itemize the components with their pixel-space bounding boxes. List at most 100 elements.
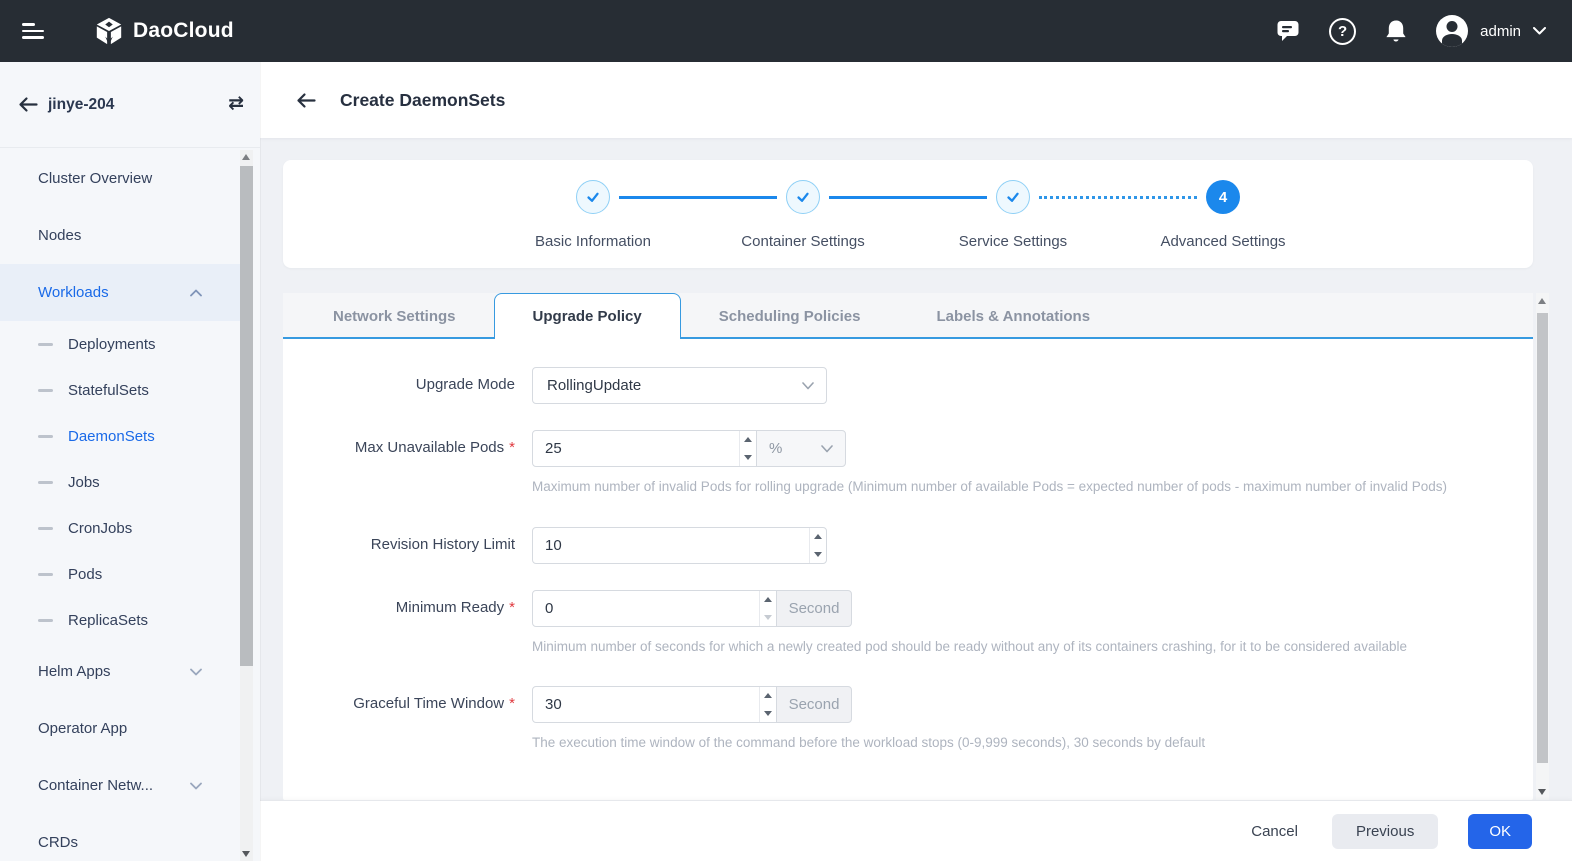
required-marker: * [509, 439, 515, 456]
sidebar-item-statefulsets[interactable]: StatefulSets [0, 367, 240, 413]
sidebar-item-replicasets[interactable]: ReplicaSets [0, 597, 240, 643]
sidebar-item-operator-app[interactable]: Operator App [0, 700, 240, 757]
help-glyph: ? [1338, 23, 1347, 40]
bell-icon[interactable] [1383, 18, 1409, 45]
sidebar-item-label: CronJobs [68, 520, 132, 537]
minimum-ready-input[interactable] [533, 591, 759, 626]
scroll-up-icon[interactable] [1538, 298, 1546, 304]
tab-label: Labels & Annotations [936, 308, 1090, 325]
username: admin [1480, 23, 1521, 40]
sidebar-header: jinye-204 ⇄ [0, 62, 260, 148]
required-marker: * [509, 599, 515, 616]
main-content: Create DaemonSets Basic Information Cont… [260, 62, 1572, 861]
ok-button[interactable]: OK [1468, 814, 1532, 849]
field-description: Minimum number of seconds for which a ne… [532, 636, 1407, 658]
step-label: Service Settings [959, 233, 1067, 250]
step-check-icon [576, 180, 610, 214]
scroll-down-icon[interactable] [242, 851, 250, 857]
previous-button[interactable]: Previous [1332, 814, 1438, 849]
dash-icon [38, 573, 53, 576]
settings-card: Network SettingsUpgrade PolicyScheduling… [283, 293, 1533, 800]
step-container-settings[interactable]: Container Settings [698, 180, 908, 250]
field-label: Revision History Limit [283, 527, 515, 553]
tab-labels-annotations[interactable]: Labels & Annotations [898, 293, 1128, 339]
graceful-window-input[interactable] [533, 687, 759, 722]
sidebar-scrollbar[interactable] [240, 150, 253, 861]
dash-icon [38, 527, 53, 530]
sidebar-item-cronjobs[interactable]: CronJobs [0, 505, 240, 551]
sidebar-item-deployments[interactable]: Deployments [0, 321, 240, 367]
dash-icon [38, 435, 53, 438]
sidebar-item-daemonsets[interactable]: DaemonSets [0, 413, 240, 459]
dash-icon [38, 481, 53, 484]
sidebar-item-label: DaemonSets [68, 428, 155, 445]
select-value: RollingUpdate [547, 377, 641, 394]
step-number: 4 [1206, 180, 1240, 214]
step-connector-dotted [1039, 196, 1197, 199]
stepper-up-button[interactable] [740, 431, 756, 449]
sidebar-item-pods[interactable]: Pods [0, 551, 240, 597]
unit-value: % [769, 440, 782, 457]
sidebar-item-label: ReplicaSets [68, 612, 148, 629]
field-label: Graceful Time Window* [283, 686, 515, 712]
tab-scheduling-policies[interactable]: Scheduling Policies [681, 293, 899, 339]
number-stepper [759, 591, 776, 626]
message-icon[interactable] [1276, 18, 1302, 44]
stepper-up-button[interactable] [760, 591, 776, 609]
number-stepper [739, 431, 756, 466]
stepper-card: Basic Information Container Settings Ser… [283, 160, 1533, 268]
sidebar-item-jobs[interactable]: Jobs [0, 459, 240, 505]
user-menu[interactable]: admin [1436, 15, 1546, 47]
stepper-down-button[interactable] [740, 449, 756, 467]
sidebar-item-label: CRDs [38, 834, 78, 851]
content-scrollbar[interactable] [1536, 293, 1549, 800]
step-basic-information[interactable]: Basic Information [488, 180, 698, 250]
stepper-down-button[interactable] [760, 705, 776, 723]
stepper-down-button[interactable] [760, 609, 776, 627]
sidebar-item-helm-apps[interactable]: Helm Apps [0, 643, 240, 700]
number-stepper [759, 687, 776, 722]
upgrade-mode-select[interactable]: RollingUpdate [532, 367, 827, 404]
sidebar-menu: Cluster Overview Nodes Workloads Deploymen… [0, 148, 260, 861]
stepper-up-button[interactable] [810, 528, 826, 546]
scrollbar-thumb[interactable] [1537, 313, 1548, 763]
help-icon[interactable]: ? [1329, 18, 1356, 45]
sidebar-item-container-netw[interactable]: Container Netw... [0, 757, 240, 814]
back-arrow-icon[interactable] [296, 92, 316, 109]
step-service-settings[interactable]: Service Settings [908, 180, 1118, 250]
daocloud-logo-icon [94, 16, 124, 46]
scroll-up-icon[interactable] [242, 154, 250, 160]
menu-icon[interactable] [22, 23, 44, 39]
sidebar-item-label: Pods [68, 566, 102, 583]
back-arrow-icon[interactable] [18, 96, 38, 113]
form-row-minimum-ready: Minimum Ready* Second Minimum number of … [283, 590, 1533, 658]
switch-cluster-icon[interactable]: ⇄ [228, 92, 244, 115]
number-stepper [809, 528, 826, 563]
sidebar-item-cluster-overview[interactable]: Cluster Overview [0, 150, 240, 207]
stepper-up-button[interactable] [760, 687, 776, 705]
max-unavailable-unit-select[interactable]: % [756, 430, 846, 467]
brand-logo: DaoCloud [94, 16, 234, 46]
step-advanced-settings[interactable]: 4Advanced Settings [1118, 180, 1328, 250]
field-description: Maximum number of invalid Pods for rolli… [532, 476, 1447, 498]
step-label: Basic Information [535, 233, 651, 250]
avatar-icon [1436, 15, 1468, 47]
max-unavailable-input[interactable] [533, 431, 739, 466]
form-row-upgrade-mode: Upgrade Mode RollingUpdate [283, 367, 1533, 404]
scrollbar-thumb[interactable] [240, 166, 253, 666]
sidebar-item-nodes[interactable]: Nodes [0, 207, 240, 264]
sidebar-item-label: Nodes [38, 227, 81, 244]
sidebar-item-crds[interactable]: CRDs [0, 814, 240, 861]
form-row-graceful-window: Graceful Time Window* Second The executi… [283, 686, 1533, 754]
upgrade-policy-form: Upgrade Mode RollingUpdate Max Unavailab… [283, 339, 1533, 754]
stepper-down-button[interactable] [810, 546, 826, 564]
revision-history-input[interactable] [533, 528, 809, 563]
field-label: Max Unavailable Pods* [283, 430, 515, 456]
scroll-down-icon[interactable] [1538, 789, 1546, 795]
cancel-button[interactable]: Cancel [1247, 814, 1302, 849]
dash-icon [38, 343, 53, 346]
sidebar-item-workloads[interactable]: Workloads [0, 264, 240, 321]
tab-network-settings[interactable]: Network Settings [295, 293, 494, 339]
tab-upgrade-policy[interactable]: Upgrade Policy [494, 293, 681, 339]
brand-name: DaoCloud [133, 19, 234, 43]
